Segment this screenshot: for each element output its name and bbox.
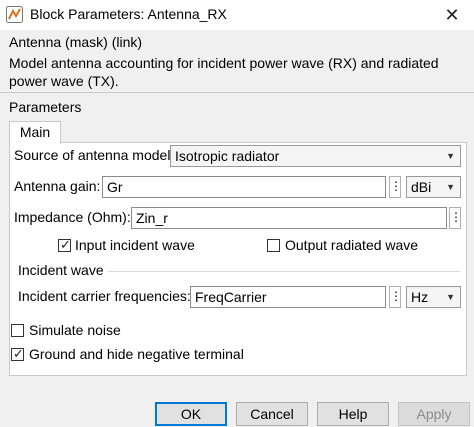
help-button[interactable]: Help: [317, 402, 389, 426]
output-radiated-wave-label: Output radiated wave: [285, 237, 419, 253]
cancel-button[interactable]: Cancel: [236, 402, 308, 426]
window-title: Block Parameters: Antenna_RX: [30, 6, 227, 22]
input-incident-wave-checkbox[interactable]: ✓: [58, 237, 71, 252]
antenna-gain-unit-select[interactable]: dBi ▼: [406, 176, 461, 198]
checkmark-icon: ✓: [60, 237, 71, 252]
group-divider: [108, 271, 460, 272]
source-model-label: Source of antenna model:: [14, 147, 175, 163]
chevron-down-icon: ▼: [446, 292, 455, 302]
source-model-value: Isotropic radiator: [175, 148, 280, 164]
carrier-frequencies-unit-value: Hz: [411, 289, 429, 305]
ground-terminal-checkbox[interactable]: ✓: [11, 346, 24, 361]
chevron-down-icon: ▼: [446, 151, 455, 161]
antenna-gain-label: Antenna gain:: [14, 178, 101, 194]
impedance-label: Impedance (Ohm):: [14, 209, 131, 225]
chevron-down-icon: ▼: [446, 182, 455, 192]
antenna-gain-unit-value: dBi: [411, 179, 432, 195]
ground-terminal-label: Ground and hide negative terminal: [29, 346, 244, 362]
checkmark-icon: ✓: [13, 346, 24, 361]
apply-button[interactable]: Apply: [398, 402, 470, 426]
carrier-frequencies-input[interactable]: FreqCarrier: [190, 286, 386, 308]
impedance-input[interactable]: Zin_r: [131, 207, 447, 229]
ok-button[interactable]: OK: [155, 402, 227, 426]
mask-title: Antenna (mask) (link): [9, 34, 143, 50]
section-divider: [0, 92, 474, 93]
parameters-heading: Parameters: [9, 99, 82, 115]
simulink-app-icon: [6, 6, 23, 23]
input-incident-wave-label: Input incident wave: [75, 237, 195, 253]
close-icon[interactable]: ✕: [436, 2, 468, 28]
output-radiated-wave-checkbox[interactable]: [267, 239, 280, 252]
tab-main[interactable]: Main: [9, 121, 61, 144]
antenna-gain-input[interactable]: Gr: [102, 176, 386, 198]
carrier-frequencies-label: Incident carrier frequencies:: [18, 288, 191, 304]
mask-description: Model antenna accounting for incident po…: [9, 55, 439, 89]
source-model-select[interactable]: Isotropic radiator ▼: [170, 145, 461, 167]
simulate-noise-label: Simulate noise: [29, 322, 121, 338]
simulate-noise-checkbox[interactable]: [11, 324, 24, 337]
incident-wave-group-heading: Incident wave: [18, 262, 104, 278]
more-options-icon[interactable]: ⋮: [449, 207, 462, 229]
more-options-icon[interactable]: ⋮: [389, 286, 402, 308]
carrier-frequencies-unit-select[interactable]: Hz ▼: [406, 286, 461, 308]
more-options-icon[interactable]: ⋮: [389, 176, 402, 198]
